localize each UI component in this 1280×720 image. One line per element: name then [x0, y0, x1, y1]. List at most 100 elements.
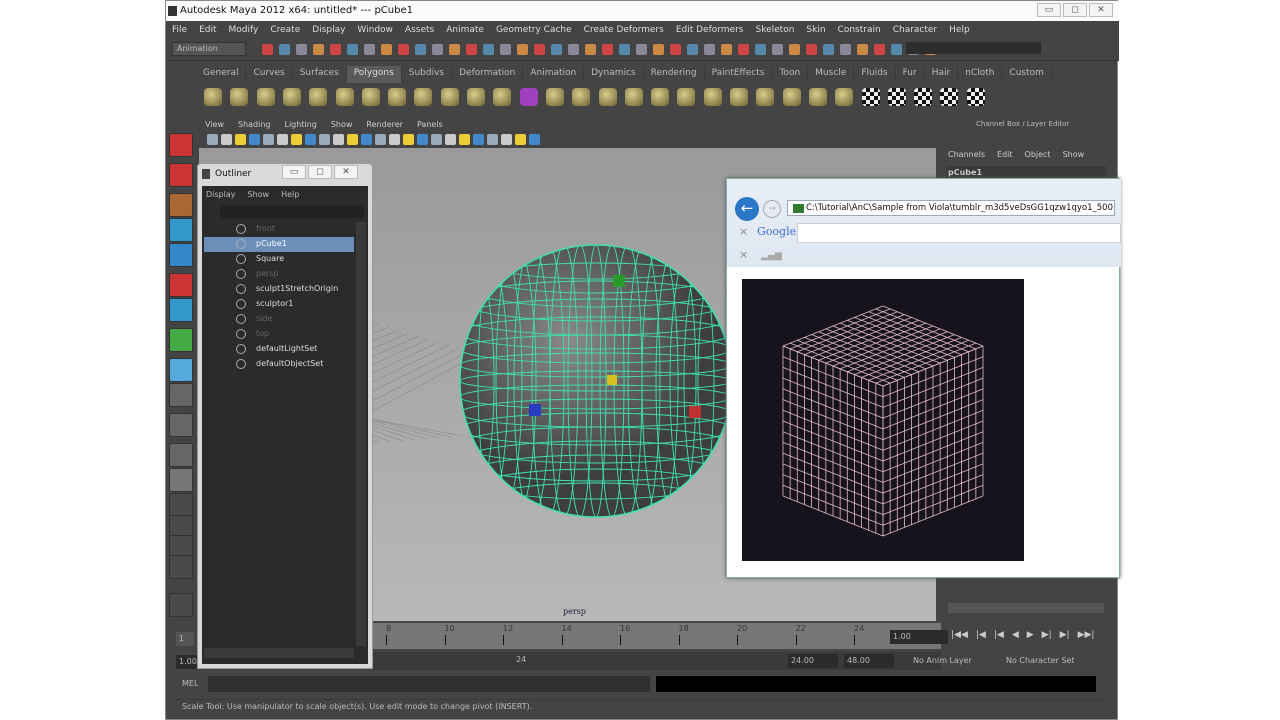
menu-edit-deformers[interactable]: Edit Deformers	[676, 25, 744, 39]
tool-icon[interactable]	[169, 193, 193, 217]
shelf-tool-icon[interactable]	[782, 88, 801, 106]
outliner-item[interactable]: persp	[204, 267, 354, 282]
outliner-minimize[interactable]: ▭	[282, 165, 306, 179]
outliner-maximize[interactable]: ◻	[308, 165, 332, 179]
channel-menu-channels[interactable]: Channels	[948, 150, 985, 159]
close-toolbar2-icon[interactable]: ×	[739, 248, 748, 261]
shelf-tool-icon[interactable]	[598, 88, 617, 106]
max-time-field[interactable]: 48.00	[844, 654, 894, 668]
shelf-tool-icon[interactable]	[835, 88, 854, 106]
toolbar-icon[interactable]	[534, 44, 545, 55]
tool-icon[interactable]	[169, 593, 193, 617]
toolbar-icon[interactable]	[619, 44, 630, 55]
tool-icon[interactable]	[169, 413, 193, 437]
tool-icon[interactable]	[169, 358, 193, 382]
shelf-tool-icon[interactable]	[256, 88, 275, 106]
time-slider[interactable]: 8 10 12 14 16 18 20 22 24	[371, 623, 941, 649]
viewport-tool-icon[interactable]	[235, 134, 246, 145]
toolbar-icon[interactable]	[313, 44, 324, 55]
toolbar-icon[interactable]	[500, 44, 511, 55]
shelf-tab-polygons[interactable]: Polygons	[346, 66, 402, 83]
toolbar-icon[interactable]	[789, 44, 800, 55]
menu-skin[interactable]: Skin	[806, 25, 825, 39]
toolbar-icon[interactable]	[772, 44, 783, 55]
menu-window[interactable]: Window	[357, 25, 393, 39]
shelf-tab-surfaces[interactable]: Surfaces	[293, 66, 347, 83]
shelf-tool-icon[interactable]	[282, 88, 301, 106]
shelf-tab-painteffects[interactable]: PaintEffects	[705, 66, 773, 83]
shelf-tool-icon[interactable]	[940, 88, 959, 106]
shelf-tab-curves[interactable]: Curves	[246, 66, 293, 83]
shelf-tab-fur[interactable]: Fur	[896, 66, 925, 83]
shelf-tool-icon[interactable]	[808, 88, 827, 106]
viewport-tool-icon[interactable]	[291, 134, 302, 145]
shelf-tab-ncloth[interactable]: nCloth	[958, 66, 1003, 83]
toolbar-icon[interactable]	[432, 44, 443, 55]
tool-icon[interactable]	[169, 443, 193, 467]
toolbar-icon[interactable]	[330, 44, 341, 55]
shelf-tab-dynamics[interactable]: Dynamics	[584, 66, 644, 83]
viewport-tool-icon[interactable]	[277, 134, 288, 145]
shelf-tool-icon[interactable]	[467, 88, 485, 106]
shelf-tool-icon[interactable]	[887, 88, 906, 106]
menu-help[interactable]: Help	[949, 25, 970, 39]
shelf-tab-toon[interactable]: Toon	[772, 66, 809, 83]
range-start-frame[interactable]: 1	[176, 632, 194, 646]
shelf-tool-icon[interactable]	[730, 88, 748, 106]
viewport-tool-icon[interactable]	[207, 134, 218, 145]
toolbar-icon[interactable]	[364, 44, 375, 55]
tool-icon[interactable]	[169, 468, 193, 492]
channel-box-scrollbar[interactable]	[948, 603, 1104, 613]
google-search-input[interactable]	[797, 223, 1121, 243]
menu-create[interactable]: Create	[270, 25, 300, 39]
viewport-tool-icon[interactable]	[501, 134, 512, 145]
menu-create-deformers[interactable]: Create Deformers	[584, 25, 664, 39]
shelf-tool-icon[interactable]	[966, 88, 985, 106]
playback-button[interactable]: ▶▶|	[1078, 630, 1095, 640]
playback-button[interactable]: ▶|	[1060, 630, 1070, 640]
character-set-dropdown[interactable]: No Character Set	[1006, 656, 1075, 665]
menu-assets[interactable]: Assets	[405, 25, 434, 39]
menu-file[interactable]: File	[172, 25, 187, 39]
shelf-tool-icon[interactable]	[914, 88, 933, 106]
viewport-tool-icon[interactable]	[347, 134, 358, 145]
toolbar-icon[interactable]	[381, 44, 392, 55]
outliner-menu-display[interactable]: Display	[206, 190, 236, 199]
viewport-menu-lighting[interactable]: Lighting	[284, 120, 316, 132]
tool-icon[interactable]	[169, 163, 193, 187]
current-frame-field[interactable]: 1.00	[890, 630, 948, 644]
outliner-menu-show[interactable]: Show	[248, 190, 270, 199]
toolbar-icon[interactable]	[347, 44, 358, 55]
viewport-tool-icon[interactable]	[221, 134, 232, 145]
toolbar-icon[interactable]	[840, 44, 851, 55]
viewport-tool-icon[interactable]	[389, 134, 400, 145]
toolbar-icon[interactable]	[687, 44, 698, 55]
toolbar-icon[interactable]	[602, 44, 613, 55]
sphere-mesh[interactable]	[442, 227, 750, 535]
toolbar-icon[interactable]	[585, 44, 596, 55]
viewport-tool-icon[interactable]	[361, 134, 372, 145]
close-button[interactable]: ✕	[1089, 3, 1113, 17]
back-button[interactable]: ←	[735, 197, 759, 221]
viewport-menu-shading[interactable]: Shading	[238, 120, 271, 132]
menu-skeleton[interactable]: Skeleton	[756, 25, 795, 39]
toolbar-icon[interactable]	[262, 44, 273, 55]
outliner-item[interactable]: side	[204, 312, 354, 327]
shelf-tab-custom[interactable]: Custom	[1002, 66, 1052, 83]
tool-icon[interactable]	[169, 555, 193, 579]
menu-character[interactable]: Character	[893, 25, 937, 39]
outliner-item[interactable]: defaultObjectSet	[204, 357, 354, 372]
input-field[interactable]	[906, 42, 1041, 54]
minimize-button[interactable]: ▭	[1037, 3, 1061, 17]
viewport-menu-panels[interactable]: Panels	[417, 120, 443, 132]
shelf-tab-general[interactable]: General	[196, 66, 247, 83]
shelf-tool-icon[interactable]	[335, 88, 354, 106]
toolbar-icon[interactable]	[738, 44, 749, 55]
toolbar-icon[interactable]	[755, 44, 766, 55]
shelf-tool-icon[interactable]	[414, 88, 433, 106]
toolbar-icon[interactable]	[721, 44, 732, 55]
mel-input[interactable]	[208, 676, 650, 692]
menu-geometry-cache[interactable]: Geometry Cache	[496, 25, 572, 39]
toolbar-icon[interactable]	[466, 44, 477, 55]
maximize-button[interactable]: ◻	[1063, 3, 1087, 17]
